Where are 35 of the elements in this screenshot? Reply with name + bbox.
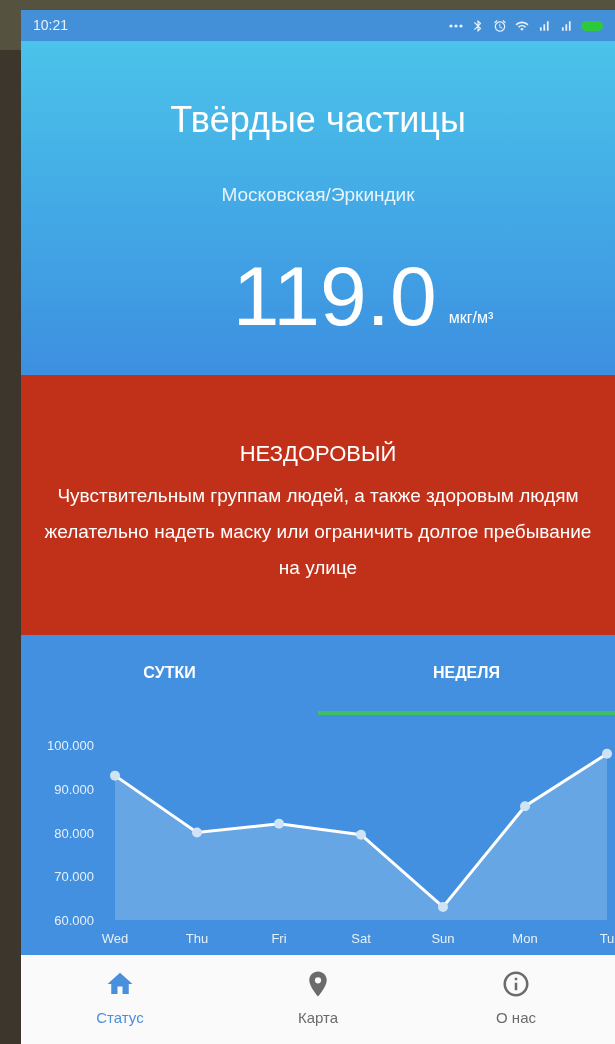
x-axis-label: Thu: [185, 931, 209, 946]
pm-value: 119.0: [232, 254, 437, 338]
nav-item[interactable]: О нас: [417, 955, 615, 1044]
more-icon: [449, 23, 463, 28]
alert-message: Чувствительным группам людей, а также здоровым людям желательно надеть маску или ограничить долгое пребывание на улице: [43, 484, 593, 580]
signal-icon: [559, 18, 573, 33]
point: [438, 901, 448, 912]
point: [110, 770, 120, 781]
nav-item[interactable]: Карта: [219, 955, 417, 1044]
y-axis-label: 80.000: [54, 825, 94, 841]
y-axis-label: 60.000: [54, 913, 94, 928]
clock: 10:21: [33, 16, 69, 35]
point: [602, 748, 612, 759]
signal-icon: [537, 18, 551, 33]
title: Твёрдые частицы: [170, 102, 466, 138]
point: [274, 818, 284, 829]
x-axis-label: Fri: [271, 931, 287, 946]
y-axis-label: 90.000: [54, 781, 94, 797]
y-axis-label: 100.000: [47, 738, 94, 753]
point: [520, 801, 530, 812]
tab[interactable]: СУТКИ: [21, 635, 318, 715]
y-axis-label: 70.000: [54, 869, 94, 885]
x-axis-label: Mon: [512, 931, 538, 946]
x-axis-label: Sun: [431, 931, 455, 946]
nav-item[interactable]: Статус: [21, 955, 219, 1044]
point: [192, 827, 202, 838]
x-axis-label: Wed: [101, 931, 129, 946]
x-axis-label: Sat: [351, 931, 371, 946]
battery-icon: [581, 20, 603, 31]
unit: мкг/м³: [448, 310, 494, 326]
alarm-icon: [493, 18, 507, 33]
location: Московская/Эркиндик: [221, 185, 415, 204]
x-axis-label: Tu: [599, 931, 615, 946]
point: [356, 829, 366, 840]
alert-level: НЕЗДОРОВЫЙ: [239, 443, 397, 465]
